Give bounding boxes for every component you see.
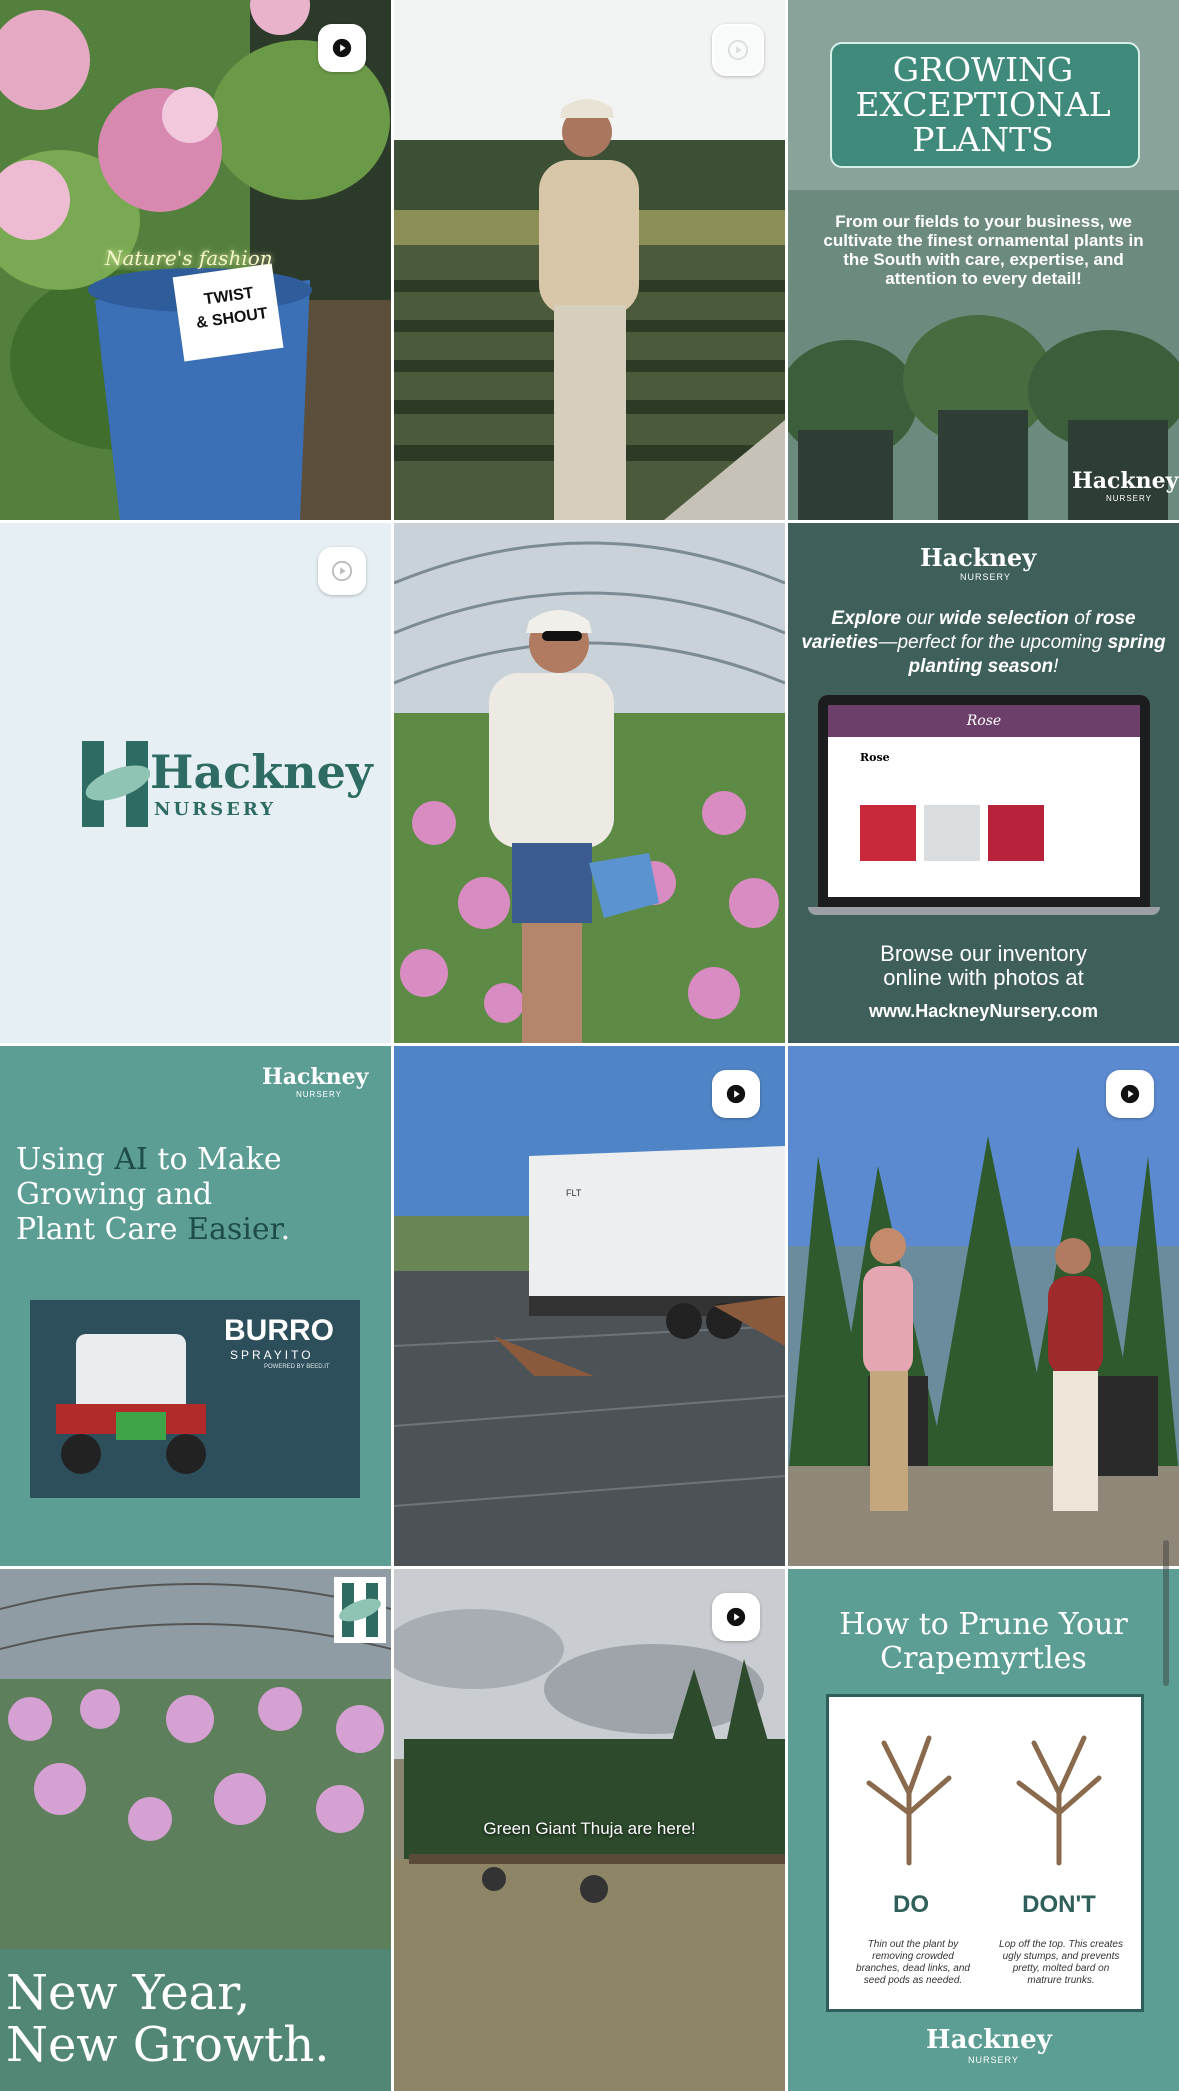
headline: Using AI to Make Growing and Plant Care … (16, 1142, 291, 1247)
post-tile-3[interactable]: GROWING EXCEPTIONAL PLANTS From our fiel… (788, 0, 1179, 520)
heading-line1: How to Prune Your (839, 1607, 1128, 1642)
headline: Explore our wide selection of rose varie… (801, 608, 1166, 677)
truck-unloading-photo (394, 1046, 785, 1566)
greenhouse-photo (394, 523, 785, 1043)
hackney-logo: Hackney NURSERY (262, 1064, 369, 1099)
burro-banner: BURRO SPRAYITO POWERED BY BEED.IT (30, 1300, 360, 1498)
hackney-h-icon (334, 1577, 386, 1643)
footer-line1: Browse our inventory (880, 941, 1087, 966)
rose-thumb-2 (924, 805, 980, 861)
footer-line2: online with photos at (883, 965, 1084, 990)
post-tile-8[interactable]: FLT (394, 1046, 785, 1566)
play-icon (318, 547, 366, 595)
post-tile-9[interactable] (788, 1046, 1179, 1566)
sprayer-robot-image (56, 1334, 206, 1474)
footer-url: www.HackneyNursery.com (868, 1001, 1099, 1021)
heading-line2: Crapemyrtles (880, 1641, 1087, 1676)
hackney-logo: Hackney NURSERY (926, 2025, 1052, 2065)
play-icon (318, 24, 366, 72)
heading-line1: New Year, (6, 1965, 251, 2021)
dont-text: Lop off the top. This creates ugly stump… (999, 1939, 1123, 1986)
heading-line2: New Growth. (6, 2017, 330, 2073)
scrollbar-thumb[interactable] (1163, 1540, 1169, 1686)
post-tile-12[interactable]: How to Prune Your Crapemyrtles DO DON'T … (788, 1569, 1179, 2091)
laptop-screen: Rose Rose (828, 705, 1140, 897)
prune-card: DO DON'T Thin out the plant by removing … (826, 1694, 1144, 2012)
play-icon (712, 1593, 760, 1641)
post-tile-1[interactable]: Nature's fashion TWIST & SHOUT (0, 0, 391, 520)
post-tile-11[interactable]: Green Giant Thuja are here! (394, 1569, 785, 2091)
post-tile-5[interactable] (394, 523, 785, 1043)
tile-caption: Nature's fashion (105, 246, 273, 270)
h-leaf-icon (82, 741, 150, 827)
post-tile-4[interactable]: Hackney NURSERY (0, 523, 391, 1043)
rose-thumb-1 (860, 805, 916, 861)
laptop-base (808, 907, 1160, 915)
post-tile-7[interactable]: Hackney NURSERY Using AI to Make Growing… (0, 1046, 391, 1566)
reel-caption: Green Giant Thuja are here! (483, 1819, 696, 1838)
heading-line3: PLANTS (912, 120, 1054, 159)
post-tile-6[interactable]: Hackney NURSERY Explore our wide selecti… (788, 523, 1179, 1043)
do-text: Thin out the plant by removing crowded b… (856, 1939, 970, 1986)
heading-line1: GROWING (892, 50, 1074, 89)
play-icon (712, 1070, 760, 1118)
body-text: From our fields to your business, we cul… (823, 212, 1144, 288)
play-icon (712, 24, 764, 76)
hackney-logo: Hackney NURSERY (1072, 468, 1179, 503)
hackney-logo: Hackney NURSERY (920, 543, 1037, 582)
laptop: Rose Rose (818, 695, 1150, 907)
nursery-field-photo (394, 0, 785, 520)
trees-two-men-photo (788, 1046, 1179, 1566)
play-icon (1106, 1070, 1154, 1118)
hackney-logo: Hackney NURSERY (58, 739, 373, 829)
post-tile-10[interactable]: New Year, New Growth. (0, 1569, 391, 2091)
post-tile-2[interactable] (394, 0, 785, 520)
heading-line2: EXCEPTIONAL (855, 85, 1111, 124)
profile-grid: Nature's fashion TWIST & SHOUT GROWING E… (0, 0, 1179, 2091)
rose-thumb-3 (988, 805, 1044, 861)
tree-illustrations (866, 1735, 1102, 1866)
screen-banner: Rose (828, 705, 1140, 737)
